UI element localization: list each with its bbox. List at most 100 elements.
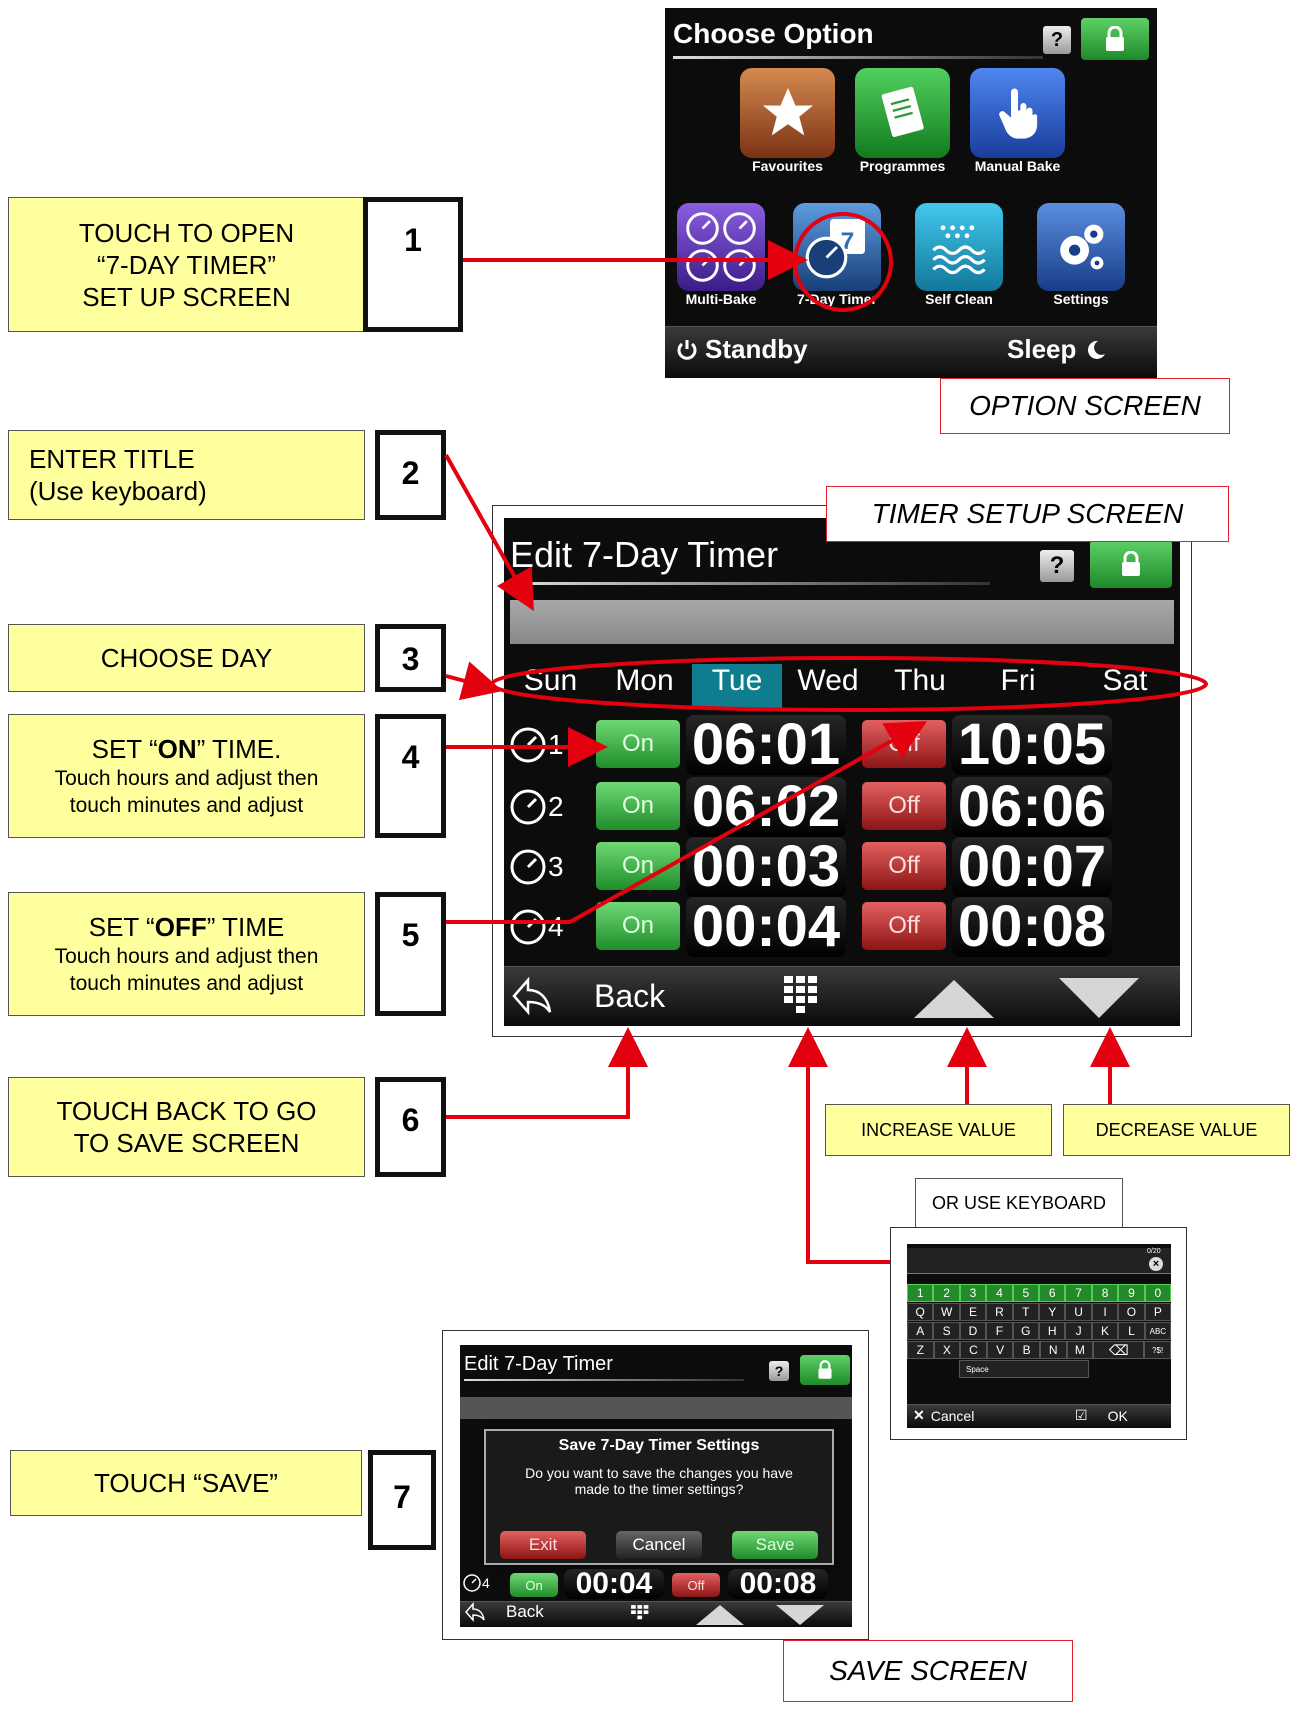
tile-manual-bake[interactable]: Manual Bake — [970, 68, 1070, 174]
help-button[interactable]: ? — [769, 1361, 789, 1381]
key[interactable]: N — [1039, 1341, 1067, 1359]
key[interactable]: P — [1144, 1303, 1171, 1321]
off-button[interactable]: Off — [862, 842, 946, 890]
key[interactable]: E — [959, 1303, 987, 1321]
on-time[interactable]: 00:03 — [686, 837, 846, 897]
tile-7-day-timer[interactable]: 7 7-Day Timer — [793, 203, 893, 307]
help-button[interactable]: ? — [1040, 550, 1074, 582]
key[interactable]: U — [1065, 1303, 1092, 1321]
day-fri[interactable]: Fri — [966, 664, 1070, 708]
key[interactable]: 8 — [1091, 1284, 1119, 1302]
on-time[interactable]: 06:02 — [686, 777, 846, 837]
key[interactable]: 4 — [986, 1284, 1013, 1302]
off-time[interactable]: 06:06 — [952, 777, 1112, 837]
tile-favourites[interactable]: Favourites — [740, 68, 840, 174]
key[interactable]: 5 — [1012, 1284, 1040, 1302]
off-time[interactable]: 00:08 — [952, 897, 1112, 957]
key[interactable]: 7 — [1065, 1284, 1092, 1302]
back-label: Back — [594, 977, 666, 1014]
on-button[interactable]: On — [596, 782, 680, 830]
on-button[interactable]: On — [596, 842, 680, 890]
key[interactable]: 1 — [907, 1284, 934, 1302]
on-button[interactable]: On — [596, 720, 680, 768]
key[interactable]: K — [1091, 1322, 1119, 1340]
key[interactable]: 0 — [1144, 1284, 1171, 1302]
day-sat[interactable]: Sat — [1070, 664, 1180, 708]
key[interactable]: Q — [907, 1303, 934, 1321]
exit-button[interactable]: Exit — [500, 1531, 586, 1559]
key[interactable]: 6 — [1039, 1284, 1066, 1302]
key[interactable]: T — [1012, 1303, 1040, 1321]
back-button[interactable]: Back — [464, 1602, 544, 1622]
key[interactable]: G — [1012, 1322, 1040, 1340]
decrease-button[interactable] — [1049, 972, 1149, 1022]
save-screen: Edit 7-Day Timer ? Save 7-Day Timer Sett… — [460, 1345, 852, 1627]
day-sun[interactable]: Sun — [504, 664, 597, 708]
timer-screen-label: TIMER SETUP SCREEN — [826, 486, 1229, 542]
off-time[interactable]: 00:07 — [952, 837, 1112, 897]
key[interactable]: 9 — [1118, 1284, 1145, 1302]
key[interactable]: L — [1118, 1322, 1145, 1340]
keypad-button[interactable] — [776, 972, 836, 1020]
tile-settings[interactable]: Settings — [1037, 203, 1137, 307]
key[interactable]: X — [933, 1341, 961, 1359]
tile-programmes[interactable]: Programmes — [855, 68, 955, 174]
key[interactable]: O — [1118, 1303, 1145, 1321]
key[interactable]: H — [1039, 1322, 1066, 1340]
key[interactable]: B — [1013, 1341, 1040, 1359]
day-thu[interactable]: Thu — [874, 664, 966, 708]
symbols-key[interactable]: ?$! — [1144, 1341, 1171, 1359]
keyboard-input[interactable] — [907, 1248, 1171, 1274]
key[interactable]: S — [933, 1322, 960, 1340]
off-button[interactable]: Off — [862, 720, 946, 768]
timer-title: Edit 7-Day Timer — [510, 534, 779, 575]
key[interactable]: D — [959, 1322, 987, 1340]
key[interactable]: Y — [1039, 1303, 1066, 1321]
key[interactable]: R — [986, 1303, 1013, 1321]
on-time[interactable]: 06:01 — [686, 715, 846, 775]
title-input-field[interactable] — [510, 600, 1174, 644]
step3-number: 3 — [375, 624, 446, 692]
sleep-button[interactable]: Sleep — [1007, 334, 1108, 365]
day-mon[interactable]: Mon — [597, 664, 692, 708]
keyboard-ok-button[interactable]: ☑ OK — [1075, 1407, 1128, 1424]
off-button[interactable]: Off — [862, 782, 946, 830]
keyboard-cancel-button[interactable]: ✕ Cancel — [913, 1407, 974, 1424]
day-wed[interactable]: Wed — [782, 664, 874, 708]
off-button[interactable]: Off — [862, 902, 946, 950]
tile-multi-bake[interactable]: Multi-Bake — [677, 203, 777, 307]
standby-button[interactable]: Standby — [675, 334, 808, 365]
key[interactable]: A — [907, 1322, 934, 1340]
day-tue-selected[interactable]: Tue — [692, 664, 782, 708]
clear-icon[interactable]: × — [1149, 1257, 1163, 1271]
tile-self-clean[interactable]: Self Clean — [915, 203, 1015, 307]
key[interactable]: V — [986, 1341, 1014, 1359]
key[interactable]: W — [933, 1303, 960, 1321]
key[interactable]: 3 — [959, 1284, 987, 1302]
lock-button[interactable] — [800, 1355, 850, 1385]
key[interactable]: 2 — [933, 1284, 960, 1302]
key[interactable]: J — [1065, 1322, 1092, 1340]
day-selector: Sun Mon Tue Wed Thu Fri Sat — [504, 664, 1180, 708]
title-underline — [464, 1379, 744, 1381]
help-button[interactable]: ? — [1043, 26, 1071, 54]
lock-button[interactable] — [1090, 540, 1172, 588]
abc-key[interactable]: ABC — [1144, 1322, 1171, 1340]
lock-button[interactable] — [1081, 18, 1149, 60]
key[interactable]: F — [986, 1322, 1013, 1340]
increase-button[interactable] — [904, 972, 1004, 1022]
back-button[interactable]: Back — [510, 970, 760, 1022]
key[interactable]: M — [1066, 1341, 1094, 1359]
clock-icon-row: 1 — [508, 720, 588, 770]
key[interactable]: Z — [907, 1341, 934, 1359]
on-time[interactable]: 00:04 — [686, 897, 846, 957]
step5-number: 5 — [375, 892, 446, 1016]
on-button[interactable]: On — [596, 902, 680, 950]
space-key[interactable]: Space — [959, 1360, 1089, 1378]
cancel-button[interactable]: Cancel — [616, 1531, 702, 1559]
off-time[interactable]: 10:05 — [952, 715, 1112, 775]
backspace-icon[interactable]: ⌫ — [1093, 1341, 1145, 1359]
key[interactable]: C — [960, 1341, 987, 1359]
key[interactable]: I — [1091, 1303, 1119, 1321]
save-button[interactable]: Save — [732, 1531, 818, 1559]
